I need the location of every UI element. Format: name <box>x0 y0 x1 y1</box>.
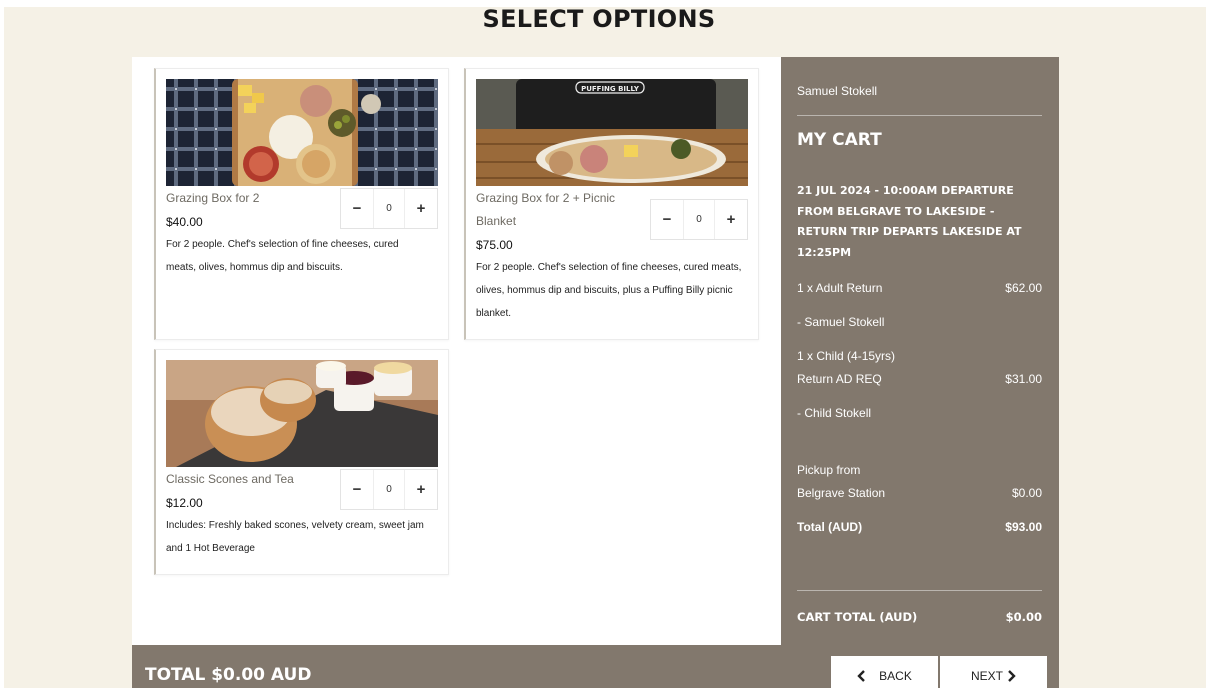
product-image-grazing-box <box>166 79 438 186</box>
chevron-right-icon <box>1008 669 1016 682</box>
cart-item-label: Belgrave Station <box>797 486 886 500</box>
product-price: $40.00 <box>166 215 203 229</box>
next-button-label: NEXT <box>970 668 1003 683</box>
cart-item-label: - Child Stokell <box>797 406 872 420</box>
cart-item-label: 1 x Child (4-15yrs) <box>797 349 896 363</box>
cart-line-item: 1 x Adult Return $62.00 <box>797 281 1042 295</box>
product-card: Grazing Box for 2 $40.00 For 2 people. C… <box>154 68 449 340</box>
cart-total-label: CART TOTAL (AUD) <box>797 610 918 624</box>
decrement-button[interactable]: − <box>341 189 373 228</box>
product-description: Includes: Freshly baked scones, velvety … <box>166 520 424 554</box>
divider <box>797 590 1042 591</box>
product-price: $12.00 <box>166 496 203 510</box>
product-name: Grazing Box for 2 <box>166 191 260 205</box>
next-button[interactable]: NEXT <box>940 656 1047 688</box>
cart-sidebar: Samuel Stokell MY CART 21 JUL 2024 - 10:… <box>781 57 1059 647</box>
image-brand-text: PUFFING BILLY <box>581 85 640 93</box>
product-description: For 2 people. Chef's selection of fine c… <box>476 262 742 319</box>
page: SELECT OPTIONS Grazing Box for 2 $40.00 … <box>4 7 1206 688</box>
product-image-grazing-box-blanket: PUFFING BILLY <box>476 79 748 186</box>
quantity-value: 0 <box>373 189 405 228</box>
increment-button[interactable]: + <box>405 189 437 228</box>
quantity-stepper[interactable]: − 0 + <box>340 188 438 229</box>
trip-details: 21 JUL 2024 - 10:00AM DEPARTURE FROM BEL… <box>797 184 1022 259</box>
product-card: Classic Scones and Tea $12.00 Includes: … <box>154 349 449 575</box>
cart-heading: MY CART <box>797 130 882 150</box>
product-description: For 2 people. Chef's selection of fine c… <box>166 239 399 273</box>
footer-bar: TOTAL $0.00 AUD BACK NEXT <box>132 645 1059 688</box>
cart-line-item: Pickup from Belgrave Station $0.00 <box>797 463 1042 500</box>
grand-total: TOTAL $0.00 AUD <box>145 665 312 685</box>
cart-item-label: 1 x Adult Return <box>797 281 883 295</box>
back-button-label: BACK <box>879 668 912 683</box>
product-card: PUFFING BILLY Grazing Box for 2 + Picnic… <box>464 68 759 340</box>
product-image-scones <box>166 360 438 467</box>
cart-line-item: - Samuel Stokell <box>797 315 1042 329</box>
cart-total-amount: $0.00 <box>1005 610 1042 624</box>
quantity-stepper[interactable]: − 0 + <box>340 469 438 510</box>
quantity-stepper[interactable]: − 0 + <box>650 199 748 240</box>
increment-button[interactable]: + <box>405 470 437 509</box>
cart-line-item: 1 x Child (4-15yrs) Return AD REQ $31.00 <box>797 349 1042 386</box>
cart-user-name: Samuel Stokell <box>797 84 878 98</box>
quantity-value: 0 <box>373 470 405 509</box>
decrement-button[interactable]: − <box>651 200 683 239</box>
product-name: Classic Scones and Tea <box>166 472 294 486</box>
cart-line-item: - Child Stokell <box>797 406 1042 420</box>
increment-button[interactable]: + <box>715 200 747 239</box>
quantity-value: 0 <box>683 200 715 239</box>
chevron-left-icon <box>857 669 866 682</box>
page-title: SELECT OPTIONS <box>482 7 716 33</box>
cart-item-amount: $62.00 <box>1005 281 1042 295</box>
decrement-button[interactable]: − <box>341 470 373 509</box>
product-price: $75.00 <box>476 238 513 252</box>
cart-item-amount: $31.00 <box>1005 372 1042 386</box>
cart-item-label: Pickup from <box>797 463 861 477</box>
products-panel: Grazing Box for 2 $40.00 For 2 people. C… <box>132 57 782 647</box>
total-label: Total (AUD) <box>797 520 863 534</box>
cart-item-amount: $0.00 <box>1011 486 1042 500</box>
divider <box>797 115 1042 116</box>
back-button[interactable]: BACK <box>831 656 938 688</box>
total-amount: $93.00 <box>1005 520 1042 534</box>
cart-item-label: - Samuel Stokell <box>797 315 885 329</box>
cart-grand-total: CART TOTAL (AUD) $0.00 <box>797 610 1042 624</box>
product-name: Grazing Box for 2 + Picnic Blanket <box>476 191 616 228</box>
cart-total-row: Total (AUD) $93.00 <box>797 520 1042 534</box>
